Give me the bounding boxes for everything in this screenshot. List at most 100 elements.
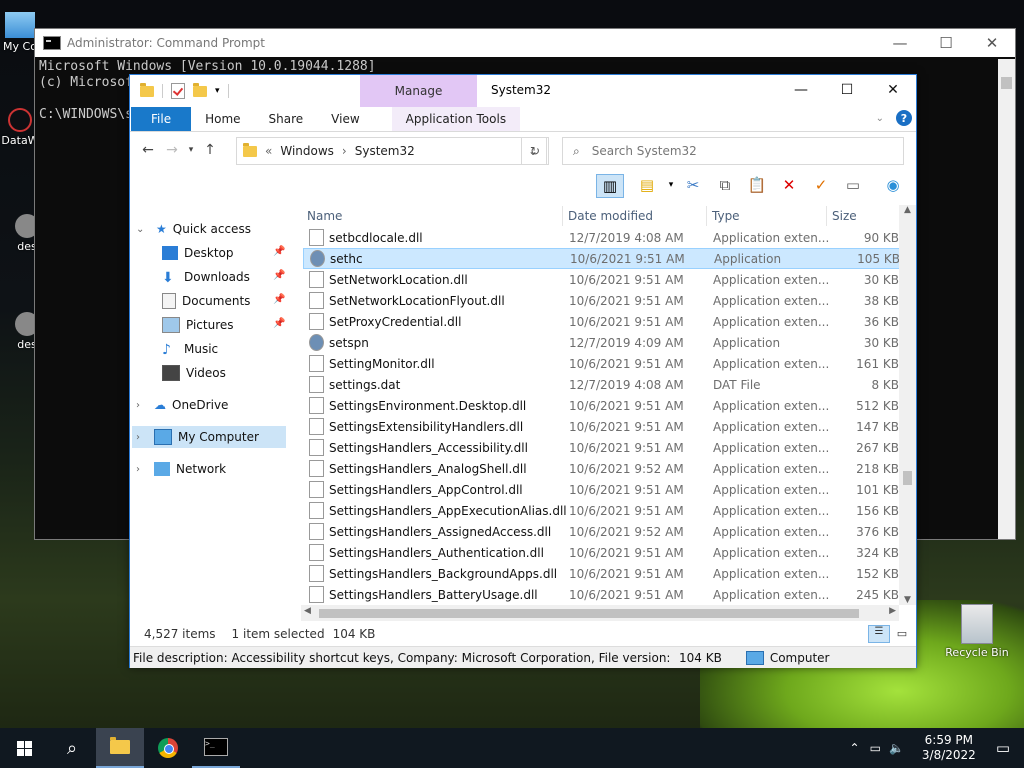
file-row[interactable]: SettingsHandlers_AppControl.dll 10/6/2021… [303, 479, 899, 500]
new-folder-icon[interactable] [193, 82, 207, 97]
column-separator[interactable] [562, 206, 563, 226]
scroll-up-icon[interactable]: ▲ [899, 205, 916, 215]
pin-icon[interactable]: 📌 [273, 318, 285, 329]
file-row[interactable]: SettingsExtensibilityHandlers.dll 10/6/20… [303, 416, 899, 437]
pin-icon[interactable]: 📌 [273, 294, 285, 305]
customize-qat-icon[interactable]: ▾ [215, 86, 220, 96]
up-arrow-icon[interactable]: ↑ [198, 142, 222, 158]
file-row[interactable]: SettingsEnvironment.Desktop.dll 10/6/2021… [303, 395, 899, 416]
maximize-button[interactable]: ☐ [824, 75, 870, 105]
tab-application-tools[interactable]: Application Tools [391, 107, 521, 131]
column-separator[interactable] [706, 206, 707, 226]
nav-videos[interactable]: Videos [162, 362, 226, 384]
properties-icon[interactable] [171, 83, 185, 99]
details-view-icon[interactable]: ☰ [868, 625, 890, 643]
tab-view[interactable]: View [317, 107, 373, 131]
nav-desktop[interactable]: Desktop [162, 242, 234, 264]
copy-icon[interactable]: ⧉ [714, 174, 736, 196]
column-size[interactable]: Size [832, 209, 857, 223]
new-folder-icon[interactable]: ▤ [636, 174, 658, 196]
delete-icon[interactable]: ✕ [778, 174, 800, 196]
file-row[interactable]: SettingsHandlers_Accessibility.dll 10/6/2… [303, 437, 899, 458]
column-separator[interactable] [826, 206, 827, 226]
file-row[interactable]: SetNetworkLocationFlyout.dll 10/6/2021 9:… [303, 290, 899, 311]
file-row[interactable]: SettingsHandlers_BatteryUsage.dll 10/6/20… [303, 584, 899, 605]
tab-file[interactable]: File [131, 107, 192, 131]
explorer-titlebar[interactable]: ▾ Manage System32 — ☐ ✕ [130, 75, 916, 107]
preview-pane-icon[interactable]: ▥ [596, 174, 624, 198]
nav-downloads[interactable]: ⬇ Downloads [162, 266, 250, 288]
nav-network[interactable]: › Network [136, 458, 226, 480]
nav-quick-access[interactable]: ⌄ ★ Quick access [136, 218, 251, 240]
large-icons-view-icon[interactable]: ▭ [894, 627, 910, 641]
horizontal-scrollbar[interactable]: ◀ ▶ [301, 605, 899, 621]
cmd-titlebar[interactable]: Administrator: Command Prompt — ☐ ✕ [35, 29, 1015, 57]
file-row[interactable]: SettingMonitor.dll 10/6/2021 9:51 AM Appli… [303, 353, 899, 374]
file-row[interactable]: SettingsHandlers_AssignedAccess.dll 10/6/… [303, 521, 899, 542]
dropdown-icon[interactable]: ▾ [660, 174, 682, 196]
cut-icon[interactable]: ✂ [682, 174, 704, 196]
file-list[interactable]: Name ^ Date modified Type Size setbcdloc… [301, 205, 916, 625]
breadcrumb-overflow[interactable]: « [265, 144, 272, 158]
chevron-right-icon[interactable]: › [136, 432, 150, 443]
scroll-thumb[interactable] [1001, 77, 1012, 89]
tab-home[interactable]: Home [191, 107, 254, 131]
refresh-button[interactable]: ↻ [521, 137, 549, 165]
taskbar-file-explorer[interactable] [96, 728, 144, 768]
scroll-down-icon[interactable]: ▼ [899, 595, 916, 605]
file-row[interactable]: SetProxyCredential.dll 10/6/2021 9:51 AM A… [303, 311, 899, 332]
minimize-button[interactable]: — [778, 75, 824, 105]
nav-music[interactable]: ♪ Music [162, 338, 218, 360]
column-type[interactable]: Type [712, 209, 740, 223]
forward-arrow-icon[interactable]: → [160, 142, 184, 158]
file-row[interactable]: SettingsHandlers_AnalogShell.dll 10/6/202… [303, 458, 899, 479]
minimize-button[interactable]: — [877, 34, 923, 52]
desktop-icon-recycle-bin[interactable]: Recycle Bin [942, 604, 1012, 659]
taskbar-command-prompt[interactable]: >_ [192, 728, 240, 768]
column-date-modified[interactable]: Date modified [568, 209, 653, 223]
manage-contextual-tab[interactable]: Manage [360, 75, 477, 107]
file-row[interactable]: sethc 10/6/2021 9:51 AM Application 105 KB [303, 248, 901, 269]
maximize-button[interactable]: ☐ [923, 34, 969, 52]
scroll-left-icon[interactable]: ◀ [304, 606, 311, 616]
file-row[interactable]: SettingsHandlers_Authentication.dll 10/6/… [303, 542, 899, 563]
column-name[interactable]: Name [307, 209, 342, 223]
close-button[interactable]: ✕ [870, 75, 916, 105]
file-row[interactable]: settings.dat 12/7/2019 4:08 AM DAT File 8 K… [303, 374, 899, 395]
address-bar[interactable]: « Windows › System32 ⌄ [236, 137, 547, 165]
chevron-right-icon[interactable]: › [136, 464, 150, 475]
tab-share[interactable]: Share [255, 107, 318, 131]
expand-ribbon-icon[interactable]: ⌄ [876, 113, 884, 124]
file-row[interactable]: SettingsHandlers_BackgroundApps.dll 10/6/… [303, 563, 899, 584]
breadcrumb-windows[interactable]: Windows [280, 144, 334, 158]
volume-icon[interactable]: 🔈 [889, 741, 904, 755]
network-icon[interactable]: ▭ [870, 741, 881, 755]
properties-check-icon[interactable]: ✓ [810, 174, 832, 196]
scroll-right-icon[interactable]: ▶ [889, 606, 896, 616]
rename-icon[interactable]: ▭ [842, 174, 864, 196]
file-row[interactable]: SettingsHandlers_AppExecutionAlias.dll 10… [303, 500, 899, 521]
chevron-right-icon[interactable]: › [342, 144, 347, 158]
close-button[interactable]: ✕ [969, 34, 1015, 52]
chevron-right-icon[interactable]: › [136, 400, 150, 411]
file-explorer-window[interactable]: ▾ Manage System32 — ☐ ✕ File Home Share … [129, 74, 917, 668]
breadcrumb-system32[interactable]: System32 [355, 144, 415, 158]
pin-icon[interactable]: 📌 [273, 246, 285, 257]
file-row[interactable]: SetNetworkLocation.dll 10/6/2021 9:51 AM A… [303, 269, 899, 290]
clock[interactable]: 6:59 PM 3/8/2022 [922, 733, 976, 763]
vertical-scrollbar[interactable]: ▲ ▼ [899, 205, 916, 605]
nav-onedrive[interactable]: › ☁ OneDrive [136, 394, 228, 416]
back-arrow-icon[interactable]: ← [136, 142, 160, 158]
recent-locations-icon[interactable]: ▾ [184, 145, 198, 155]
scroll-thumb[interactable] [319, 609, 859, 618]
search-button[interactable]: ⌕ [48, 728, 96, 768]
help-icon[interactable]: ? [896, 110, 912, 126]
taskbar-chrome[interactable] [144, 728, 192, 768]
chevron-down-icon[interactable]: ⌄ [136, 224, 150, 235]
nav-my-computer[interactable]: › My Computer [132, 426, 286, 448]
file-row[interactable]: setspn 12/7/2019 4:09 AM Application 30 KB [303, 332, 899, 353]
nav-pictures[interactable]: Pictures [162, 314, 234, 336]
nav-documents[interactable]: Documents [162, 290, 250, 312]
search-box[interactable]: ⌕ Search System32 [562, 137, 904, 165]
file-row[interactable]: setbcdlocale.dll 12/7/2019 4:08 AM Applica… [303, 227, 899, 248]
